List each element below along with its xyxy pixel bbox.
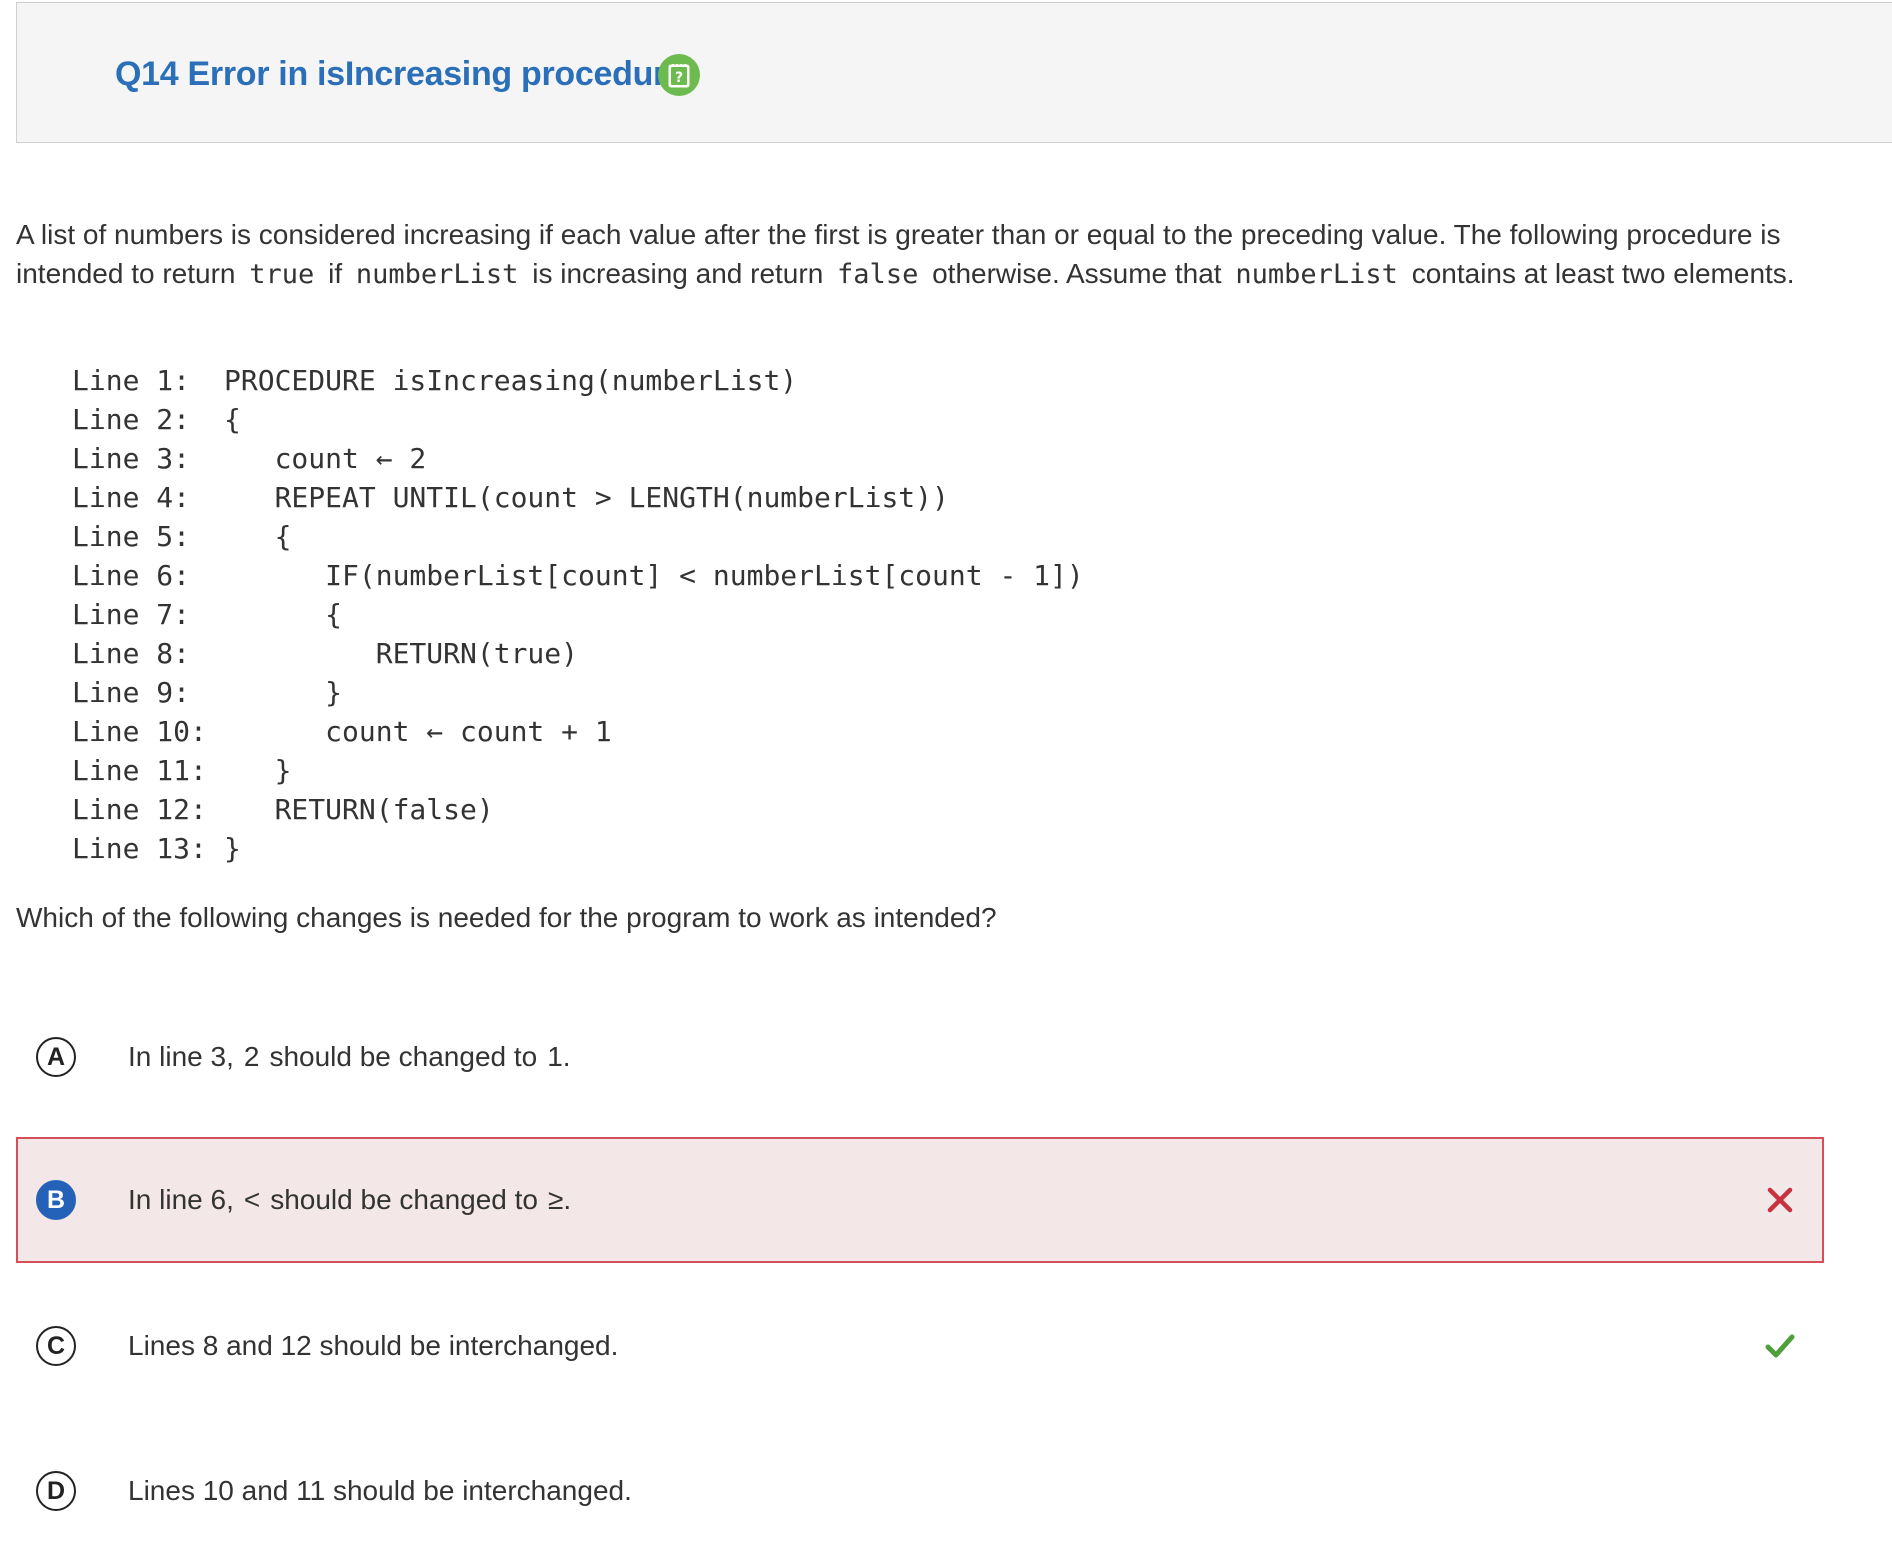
choice-letter: C [36, 1326, 76, 1366]
code-line: Line 12: RETURN(false) [72, 793, 494, 826]
code-line: Line 5: { [72, 520, 292, 553]
code-line: Line 9: } [72, 676, 343, 709]
code-line: Line 3: count ← 2 [72, 442, 427, 475]
choice-text: In line 3, 2 should be changed to 1. [128, 1041, 571, 1072]
code-line: Line 8: RETURN(true) [72, 637, 579, 670]
code-line: Line 11: } [72, 754, 292, 787]
choice-text: Lines 8 and 12 should be interchanged. [128, 1330, 619, 1361]
choice-text: In line 6, < should be changed to ≥. [128, 1184, 572, 1215]
code-true: true [249, 259, 315, 290]
choice-a[interactable]: A In line 3, 2 should be changed to 1. [16, 994, 1824, 1120]
choice-text: Lines 10 and 11 should be interchanged. [128, 1475, 632, 1506]
code-line: Line 6: IF(numberList[count] < numberLis… [72, 559, 1084, 592]
question-notepad-icon[interactable]: ? [658, 54, 700, 96]
choice-c[interactable]: C Lines 8 and 12 should be interchanged. [16, 1283, 1824, 1409]
svg-text:?: ? [675, 70, 683, 86]
question-header: Q14 Error in isIncreasing procedure ? [16, 2, 1892, 143]
code-false: false [837, 259, 919, 290]
question-prompt: A list of numbers is considered increasi… [16, 219, 1795, 290]
choice-letter: A [36, 1037, 76, 1077]
code-block: Line 1: PROCEDURE isIncreasing(numberList… [72, 361, 1084, 868]
choice-letter: D [36, 1471, 76, 1511]
code-numberlist: numberList [355, 259, 519, 290]
code-line: Line 10: count ← count + 1 [72, 715, 612, 748]
x-icon [1767, 1187, 1793, 1213]
question-title: Q14 Error in isIncreasing procedure [115, 55, 685, 93]
question-stem: Which of the following changes is needed… [16, 902, 997, 933]
code-line: Line 7: { [72, 598, 343, 631]
code-line: Line 1: PROCEDURE isIncreasing(numberList… [72, 364, 798, 397]
choice-letter: B [36, 1180, 76, 1220]
choice-b[interactable]: B In line 6, < should be changed to ≥. [16, 1137, 1824, 1263]
code-line: Line 2:{ [72, 403, 241, 436]
check-icon [1765, 1334, 1795, 1358]
code-numberlist: numberList [1235, 259, 1398, 290]
code-line: Line 4: REPEAT UNTIL(count > LENGTH(numb… [72, 481, 949, 514]
choice-d[interactable]: D Lines 10 and 11 should be interchanged… [16, 1428, 1824, 1554]
code-line: Line 13:} [72, 832, 241, 865]
